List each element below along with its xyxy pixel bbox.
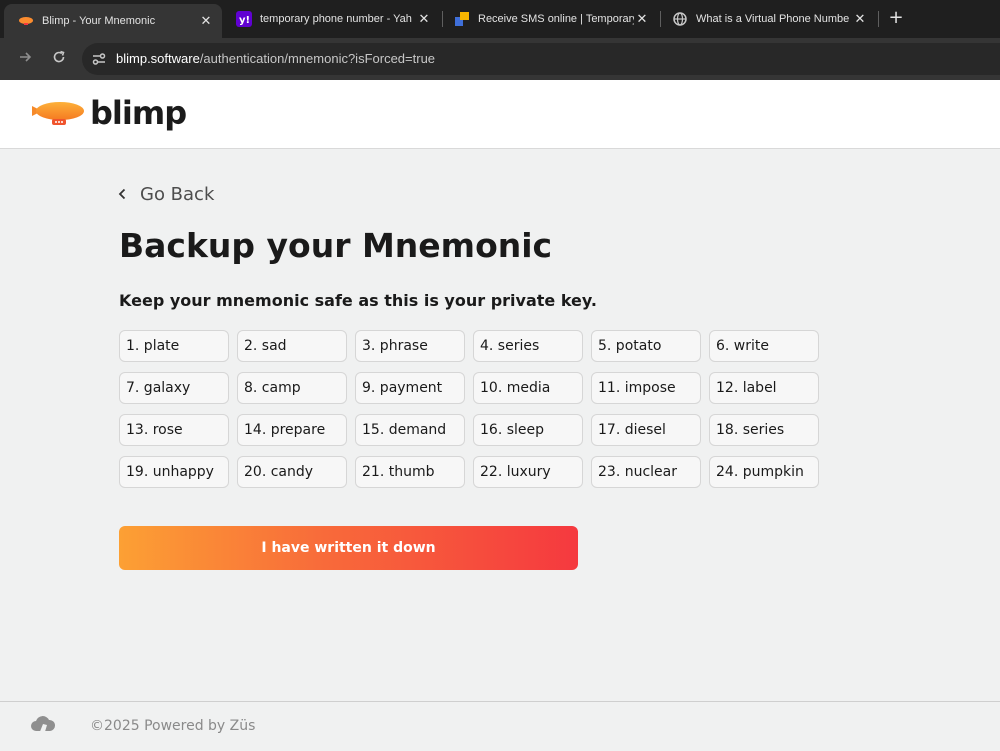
mnemonic-word-grid: 1. plate 2. sad 3. phrase 4. series 5. p…	[119, 330, 819, 488]
mnemonic-word: 22. luxury	[473, 456, 583, 488]
svg-text:y!: y!	[239, 15, 250, 26]
close-tab-icon[interactable]: ✕	[198, 13, 214, 29]
yahoo-favicon: y!	[236, 11, 252, 27]
footer-text: ©2025 Powered by Züs	[90, 718, 256, 734]
tab-yahoo[interactable]: y! temporary phone number - Yah ✕	[222, 5, 440, 33]
mnemonic-word: 16. sleep	[473, 414, 583, 446]
mnemonic-word: 24. pumpkin	[709, 456, 819, 488]
mnemonic-word: 9. payment	[355, 372, 465, 404]
mnemonic-word: 3. phrase	[355, 330, 465, 362]
page-subtitle: Keep your mnemonic safe as this is your …	[119, 291, 597, 310]
address-bar[interactable]: blimp.software/authentication/mnemonic?i…	[82, 43, 1000, 75]
mnemonic-word: 14. prepare	[237, 414, 347, 446]
browser-tab-strip: Blimp - Your Mnemonic ✕ y! temporary pho…	[0, 0, 1000, 38]
page-footer: ©2025 Powered by Züs	[0, 701, 1000, 751]
forward-icon[interactable]	[14, 48, 36, 70]
sms-favicon	[454, 11, 470, 27]
mnemonic-word: 2. sad	[237, 330, 347, 362]
mnemonic-word: 8. camp	[237, 372, 347, 404]
mnemonic-word: 17. diesel	[591, 414, 701, 446]
tab-virtual-phone[interactable]: What is a Virtual Phone Numbe ✕	[658, 5, 876, 33]
tab-receive-sms[interactable]: Receive SMS online | Temporary ✕	[440, 5, 658, 33]
written-it-down-button[interactable]: I have written it down	[119, 526, 578, 570]
chevron-left-icon	[118, 185, 126, 204]
close-tab-icon[interactable]: ✕	[852, 11, 868, 27]
site-settings-icon[interactable]	[91, 51, 107, 67]
mnemonic-word: 7. galaxy	[119, 372, 229, 404]
reload-icon[interactable]	[48, 48, 70, 70]
mnemonic-word: 21. thumb	[355, 456, 465, 488]
new-tab-button[interactable]: +	[886, 8, 906, 28]
go-back-label: Go Back	[140, 184, 215, 205]
mnemonic-word: 18. series	[709, 414, 819, 446]
close-tab-icon[interactable]: ✕	[416, 11, 432, 27]
mnemonic-word: 13. rose	[119, 414, 229, 446]
mnemonic-word: 20. candy	[237, 456, 347, 488]
tab-title: What is a Virtual Phone Numbe	[696, 13, 850, 25]
site-header: blimp	[0, 80, 1000, 149]
mnemonic-word: 10. media	[473, 372, 583, 404]
mnemonic-word: 23. nuclear	[591, 456, 701, 488]
url-path: /authentication/mnemonic?isForced=true	[199, 51, 436, 66]
tab-title: Receive SMS online | Temporary	[478, 13, 634, 25]
go-back-link[interactable]: Go Back	[118, 184, 214, 205]
tab-title: temporary phone number - Yah	[260, 13, 412, 25]
globe-favicon	[672, 11, 688, 27]
mnemonic-word: 15. demand	[355, 414, 465, 446]
tab-separator	[878, 11, 879, 27]
blimp-logo-text[interactable]: blimp	[90, 94, 187, 132]
blimp-favicon	[18, 13, 34, 29]
mnemonic-word: 5. potato	[591, 330, 701, 362]
mnemonic-word: 1. plate	[119, 330, 229, 362]
mnemonic-word: 6. write	[709, 330, 819, 362]
mnemonic-word: 19. unhappy	[119, 456, 229, 488]
mnemonic-word: 11. impose	[591, 372, 701, 404]
close-tab-icon[interactable]: ✕	[634, 11, 650, 27]
blimp-logo-icon[interactable]	[30, 100, 86, 134]
browser-toolbar: blimp.software/authentication/mnemonic?i…	[0, 38, 1000, 80]
url-text[interactable]: blimp.software/authentication/mnemonic?i…	[116, 51, 435, 66]
mnemonic-word: 12. label	[709, 372, 819, 404]
url-host: blimp.software	[116, 51, 200, 66]
mnemonic-word: 4. series	[473, 330, 583, 362]
tab-title: Blimp - Your Mnemonic	[42, 15, 156, 27]
tab-blimp[interactable]: Blimp - Your Mnemonic ✕	[4, 4, 222, 38]
page-title: Backup your Mnemonic	[119, 226, 553, 265]
zus-cloud-icon	[30, 716, 56, 740]
